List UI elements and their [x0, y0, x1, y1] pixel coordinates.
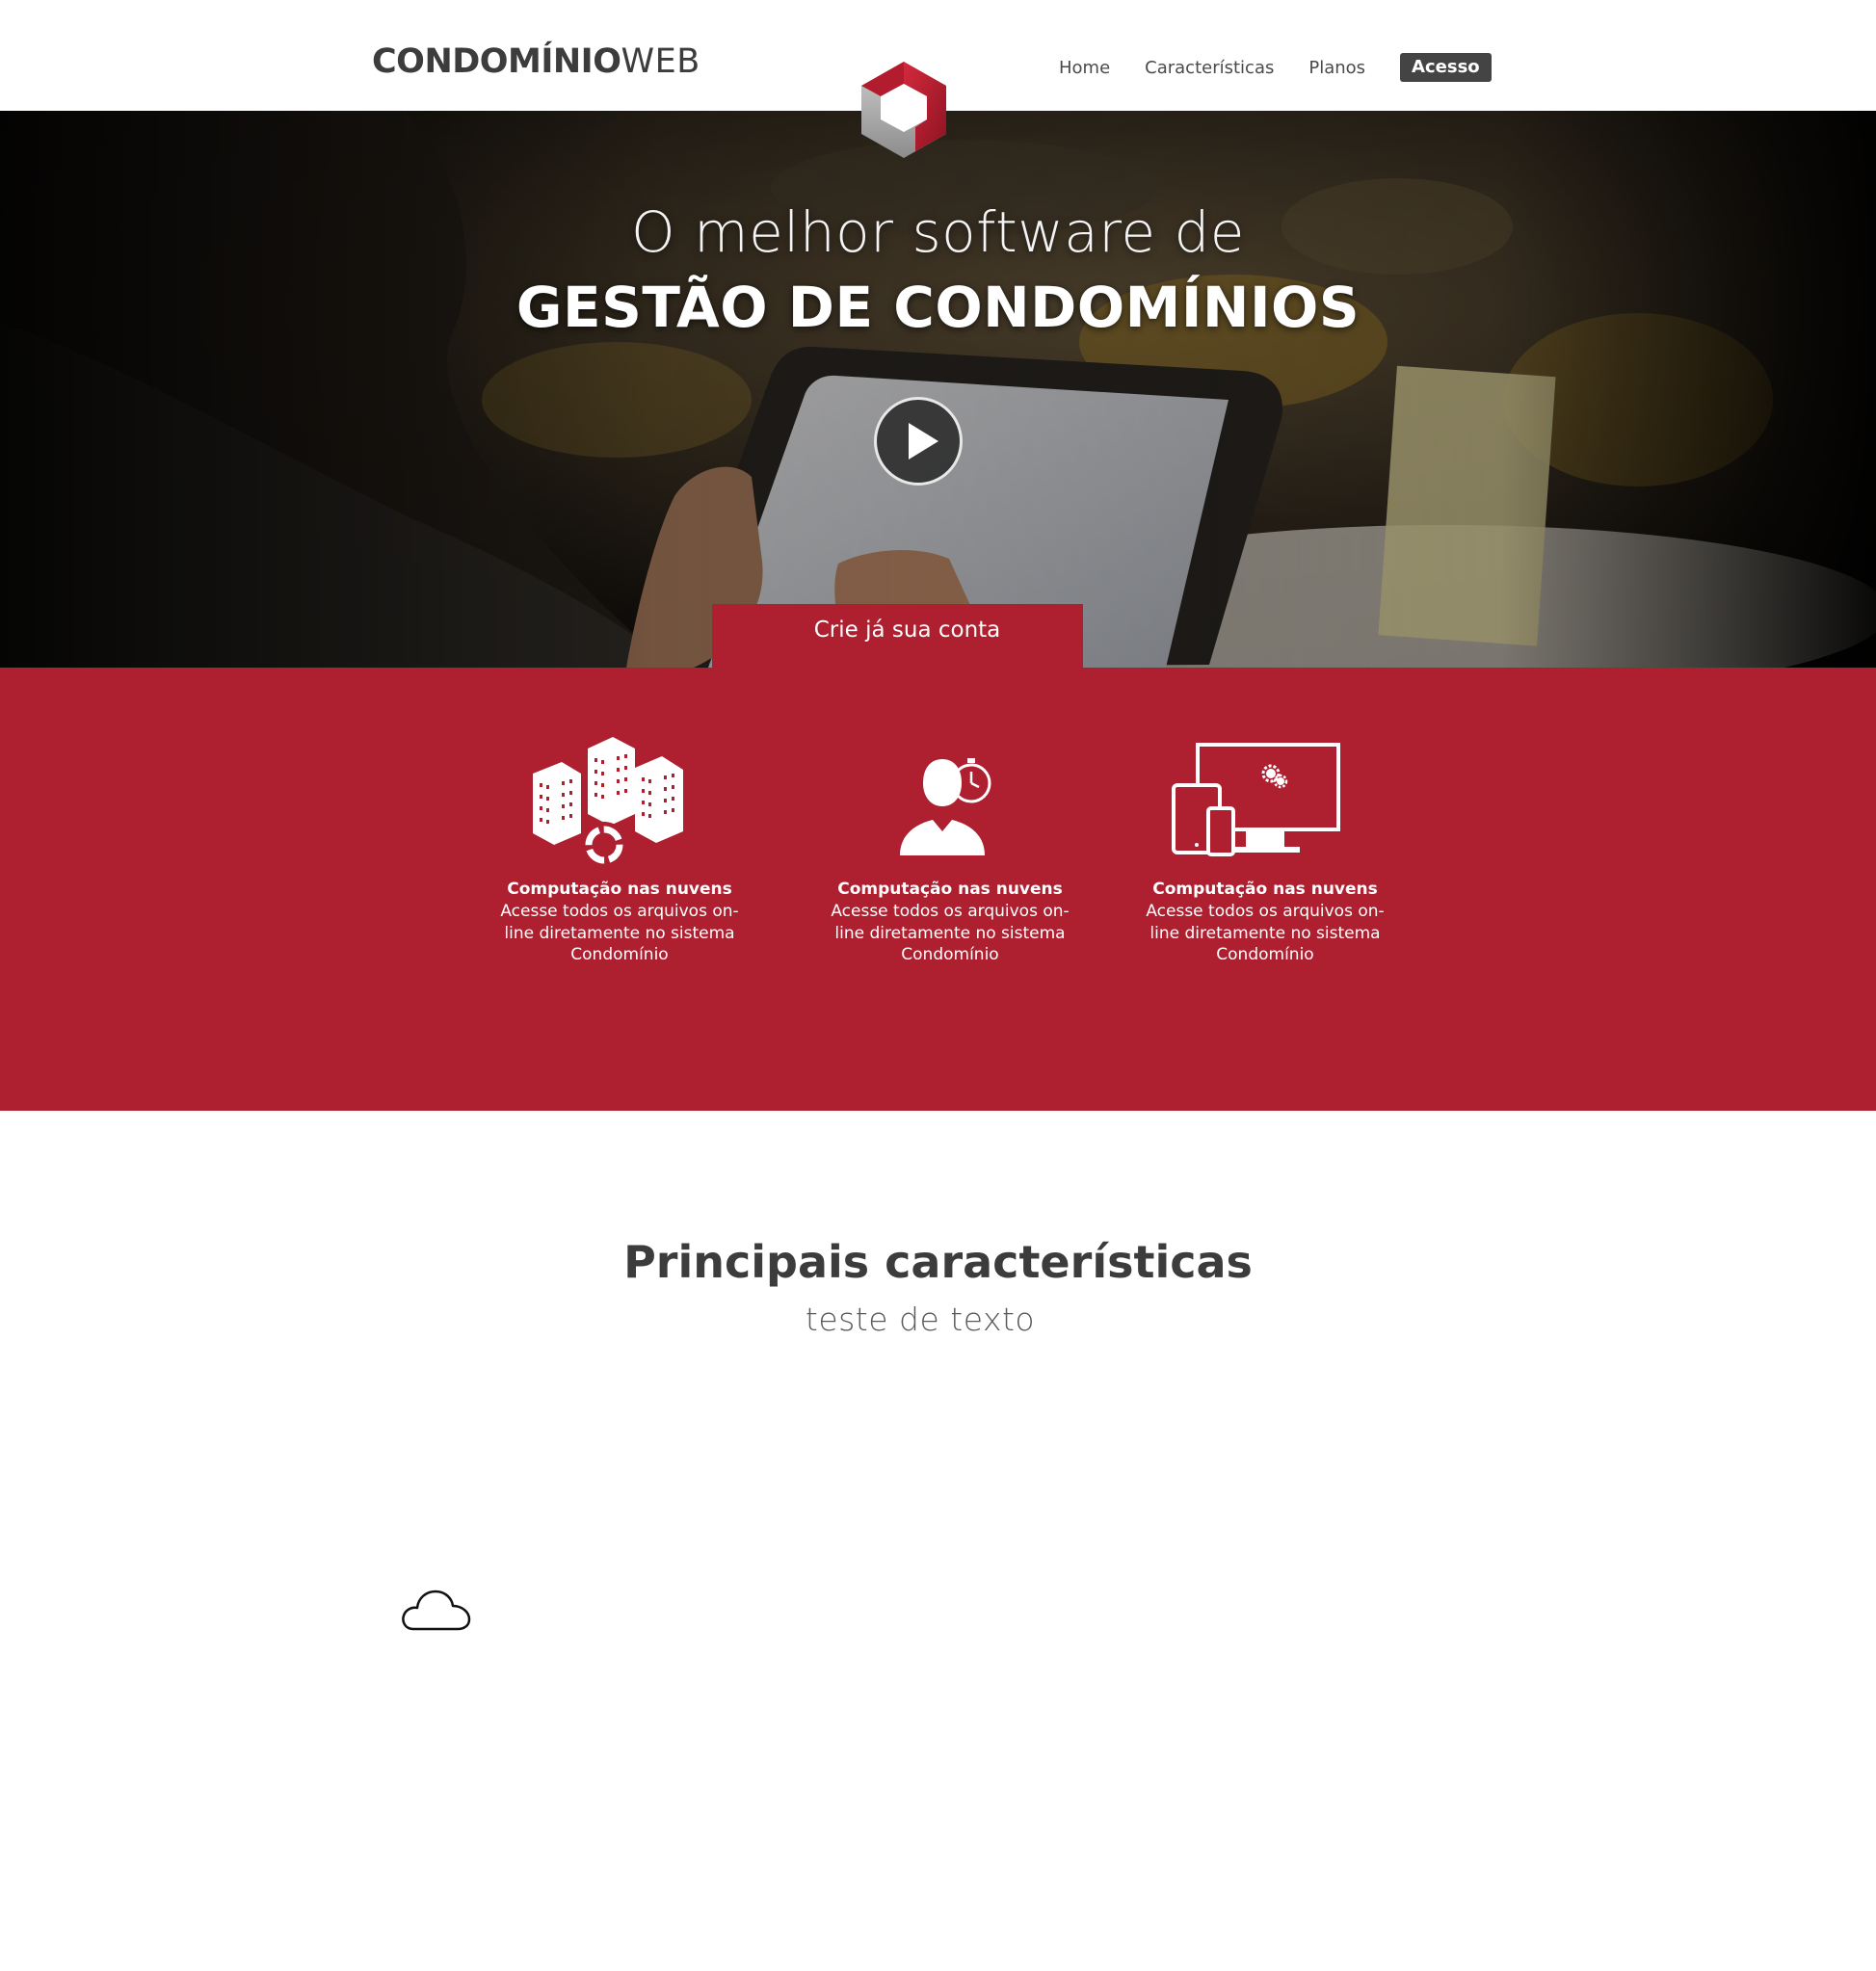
feature-description: Acesse todos os arquivos on-line diretam…	[831, 902, 1070, 964]
features-band: Computação nas nuvens Acesse todos os ar…	[0, 668, 1876, 1111]
hero-title-line2: GESTÃO DE CONDOMÍNIOS	[515, 275, 1361, 340]
feature-item: Computação nas nuvens Acesse todos os ar…	[825, 725, 1075, 966]
feature-item: Computação nas nuvens Acesse todos os ar…	[494, 725, 745, 966]
section-title: Principais características	[623, 1236, 1253, 1288]
hero-title-line1: O melhor software de	[631, 199, 1245, 265]
feature-title: Computação nas nuvens	[837, 880, 1063, 899]
cloud-icon	[402, 1590, 471, 1631]
feature-item: Computação nas nuvens Acesse todos os ar…	[1140, 725, 1390, 966]
hero-section: O melhor software de GESTÃO DE CONDOMÍNI…	[0, 111, 1876, 668]
main-nav: Home Características Planos Acesso	[1059, 53, 1492, 82]
hero-background-photo	[0, 111, 1876, 668]
video-play-button[interactable]	[874, 397, 963, 486]
feature-description: Acesse todos os arquivos on-line diretam…	[500, 902, 739, 964]
nav-link-caracteristicas[interactable]: Características	[1145, 58, 1274, 78]
feature-title: Computação nas nuvens	[507, 880, 732, 899]
feature-title: Computação nas nuvens	[1152, 880, 1378, 899]
section-subtitle: teste de texto	[805, 1301, 1036, 1338]
logo-bold-text: CONDOMÍNIO	[372, 42, 621, 81]
site-logo[interactable]: CONDOMÍNIOWEB	[372, 42, 700, 81]
play-icon	[909, 423, 938, 460]
feature-description: Acesse todos os arquivos on-line diretam…	[1146, 902, 1385, 964]
logo-light-text: WEB	[621, 42, 700, 81]
buildings-sync-icon	[533, 737, 683, 868]
create-account-button[interactable]: Crie já sua conta	[712, 604, 1083, 668]
user-clock-icon	[900, 758, 991, 855]
access-button[interactable]: Acesso	[1400, 53, 1492, 82]
devices-gear-icon	[1172, 743, 1340, 856]
nav-link-planos[interactable]: Planos	[1308, 58, 1365, 78]
hexagon-logo-icon	[861, 62, 946, 158]
nav-link-home[interactable]: Home	[1059, 58, 1110, 78]
